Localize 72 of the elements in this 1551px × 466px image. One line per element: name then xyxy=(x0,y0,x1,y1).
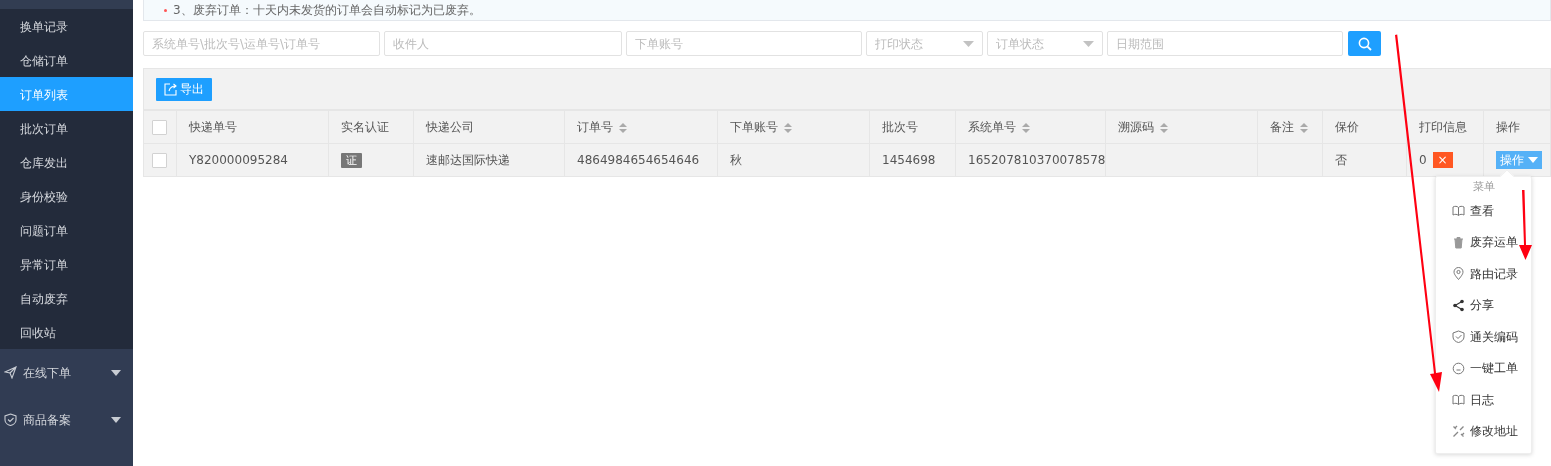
sort-icon[interactable] xyxy=(619,122,627,133)
shield-check-icon xyxy=(1452,330,1465,344)
search-button[interactable] xyxy=(1348,31,1381,56)
sidebar-item[interactable]: 自动废弃 xyxy=(0,281,133,315)
column-header: 订单号 xyxy=(577,120,613,134)
book-icon xyxy=(1452,393,1465,407)
menu-item[interactable]: 通关编码 xyxy=(1436,321,1531,353)
sidebar-item[interactable]: 仓储订单 xyxy=(0,43,133,77)
tools-icon xyxy=(1452,424,1465,438)
column-header: 快递公司 xyxy=(426,120,474,134)
sidebar-item[interactable]: 异常订单 xyxy=(0,247,133,281)
menu-item[interactable]: 一键工单 xyxy=(1436,352,1531,384)
sidebar-item[interactable]: 仓库发出 xyxy=(0,145,133,179)
menu-item[interactable]: 路由记录 xyxy=(1436,258,1531,290)
input-field[interactable]: 收件人 xyxy=(384,31,622,56)
sidebar-item[interactable]: 问题订单 xyxy=(0,213,133,247)
table-cell: Y820000095284 xyxy=(189,153,288,167)
book-icon xyxy=(1452,204,1465,218)
sidebar-item[interactable]: 身份校验 xyxy=(0,179,133,213)
column-header: 实名认证 xyxy=(341,120,389,134)
sidebar-item[interactable]: 换单记录 xyxy=(0,9,133,43)
trash-icon xyxy=(1452,235,1465,249)
notice-text: 3、废弃订单：十天内未发货的订单会自动标记为已废弃。 xyxy=(173,2,481,19)
circle-icon xyxy=(1452,361,1465,375)
sort-icon[interactable] xyxy=(1300,122,1308,133)
menu-item[interactable]: 废弃运单 xyxy=(1436,226,1531,258)
share-icon xyxy=(1452,298,1465,312)
checkbox[interactable] xyxy=(152,152,167,168)
sidebar-group[interactable]: 在线下单 xyxy=(0,349,133,396)
column-header: 快递单号 xyxy=(189,120,237,134)
column-header: 溯源码 xyxy=(1118,120,1154,134)
table-cell: 1454698 xyxy=(882,153,936,167)
caret-icon xyxy=(1083,40,1094,47)
column-header: 下单账号 xyxy=(730,120,778,134)
menu-title: 菜单 xyxy=(1471,179,1496,195)
input-field[interactable]: 日期范围 xyxy=(1107,31,1343,56)
sort-icon[interactable] xyxy=(1160,122,1168,133)
table-cell: 速邮达国际快递 xyxy=(426,153,510,167)
annotation-arrow xyxy=(1517,189,1534,261)
caret-icon xyxy=(1528,157,1538,163)
table-cell: 4864984654654646 xyxy=(577,153,700,167)
menu-item[interactable]: 分享 xyxy=(1436,289,1531,321)
column-header: 备注 xyxy=(1270,120,1294,134)
menu-item[interactable]: 修改地址 xyxy=(1436,415,1531,447)
caret-icon xyxy=(963,40,974,47)
table-cell: 秋 xyxy=(730,153,742,167)
print-count: 0 xyxy=(1419,153,1427,167)
table-cell: 否 xyxy=(1335,153,1347,167)
input-field[interactable]: 下单账号 xyxy=(626,31,862,56)
menu-item[interactable]: 日志 xyxy=(1436,384,1531,416)
location-pin-icon xyxy=(1452,267,1465,281)
shield-check-icon xyxy=(3,413,17,426)
sidebar-item[interactable]: 批次订单 xyxy=(0,111,133,145)
sort-icon[interactable] xyxy=(784,122,792,133)
export-icon xyxy=(164,82,177,96)
column-header: 保价 xyxy=(1335,120,1359,134)
table-cell: 165207810370078578 xyxy=(968,153,1106,167)
search-icon xyxy=(1357,36,1372,51)
column-header: 批次号 xyxy=(882,120,918,134)
column-header: 系统单号 xyxy=(968,120,1016,134)
checkbox[interactable] xyxy=(152,119,167,135)
verified-badge: 证 xyxy=(341,152,362,168)
paper-plane-icon xyxy=(3,366,17,379)
column-header: 打印信息 xyxy=(1419,120,1467,134)
column-header: 操作 xyxy=(1496,120,1520,134)
input-field[interactable]: 系统单号\批次号\运单号\订单号 xyxy=(143,31,380,56)
sidebar-item[interactable]: 回收站 xyxy=(0,315,133,349)
sort-icon[interactable] xyxy=(1022,122,1030,133)
caret-icon xyxy=(111,416,121,423)
menu-item[interactable]: 查看 xyxy=(1436,195,1531,227)
sidebar-group[interactable]: 商品备案 xyxy=(0,396,133,443)
caret-icon xyxy=(111,369,121,376)
